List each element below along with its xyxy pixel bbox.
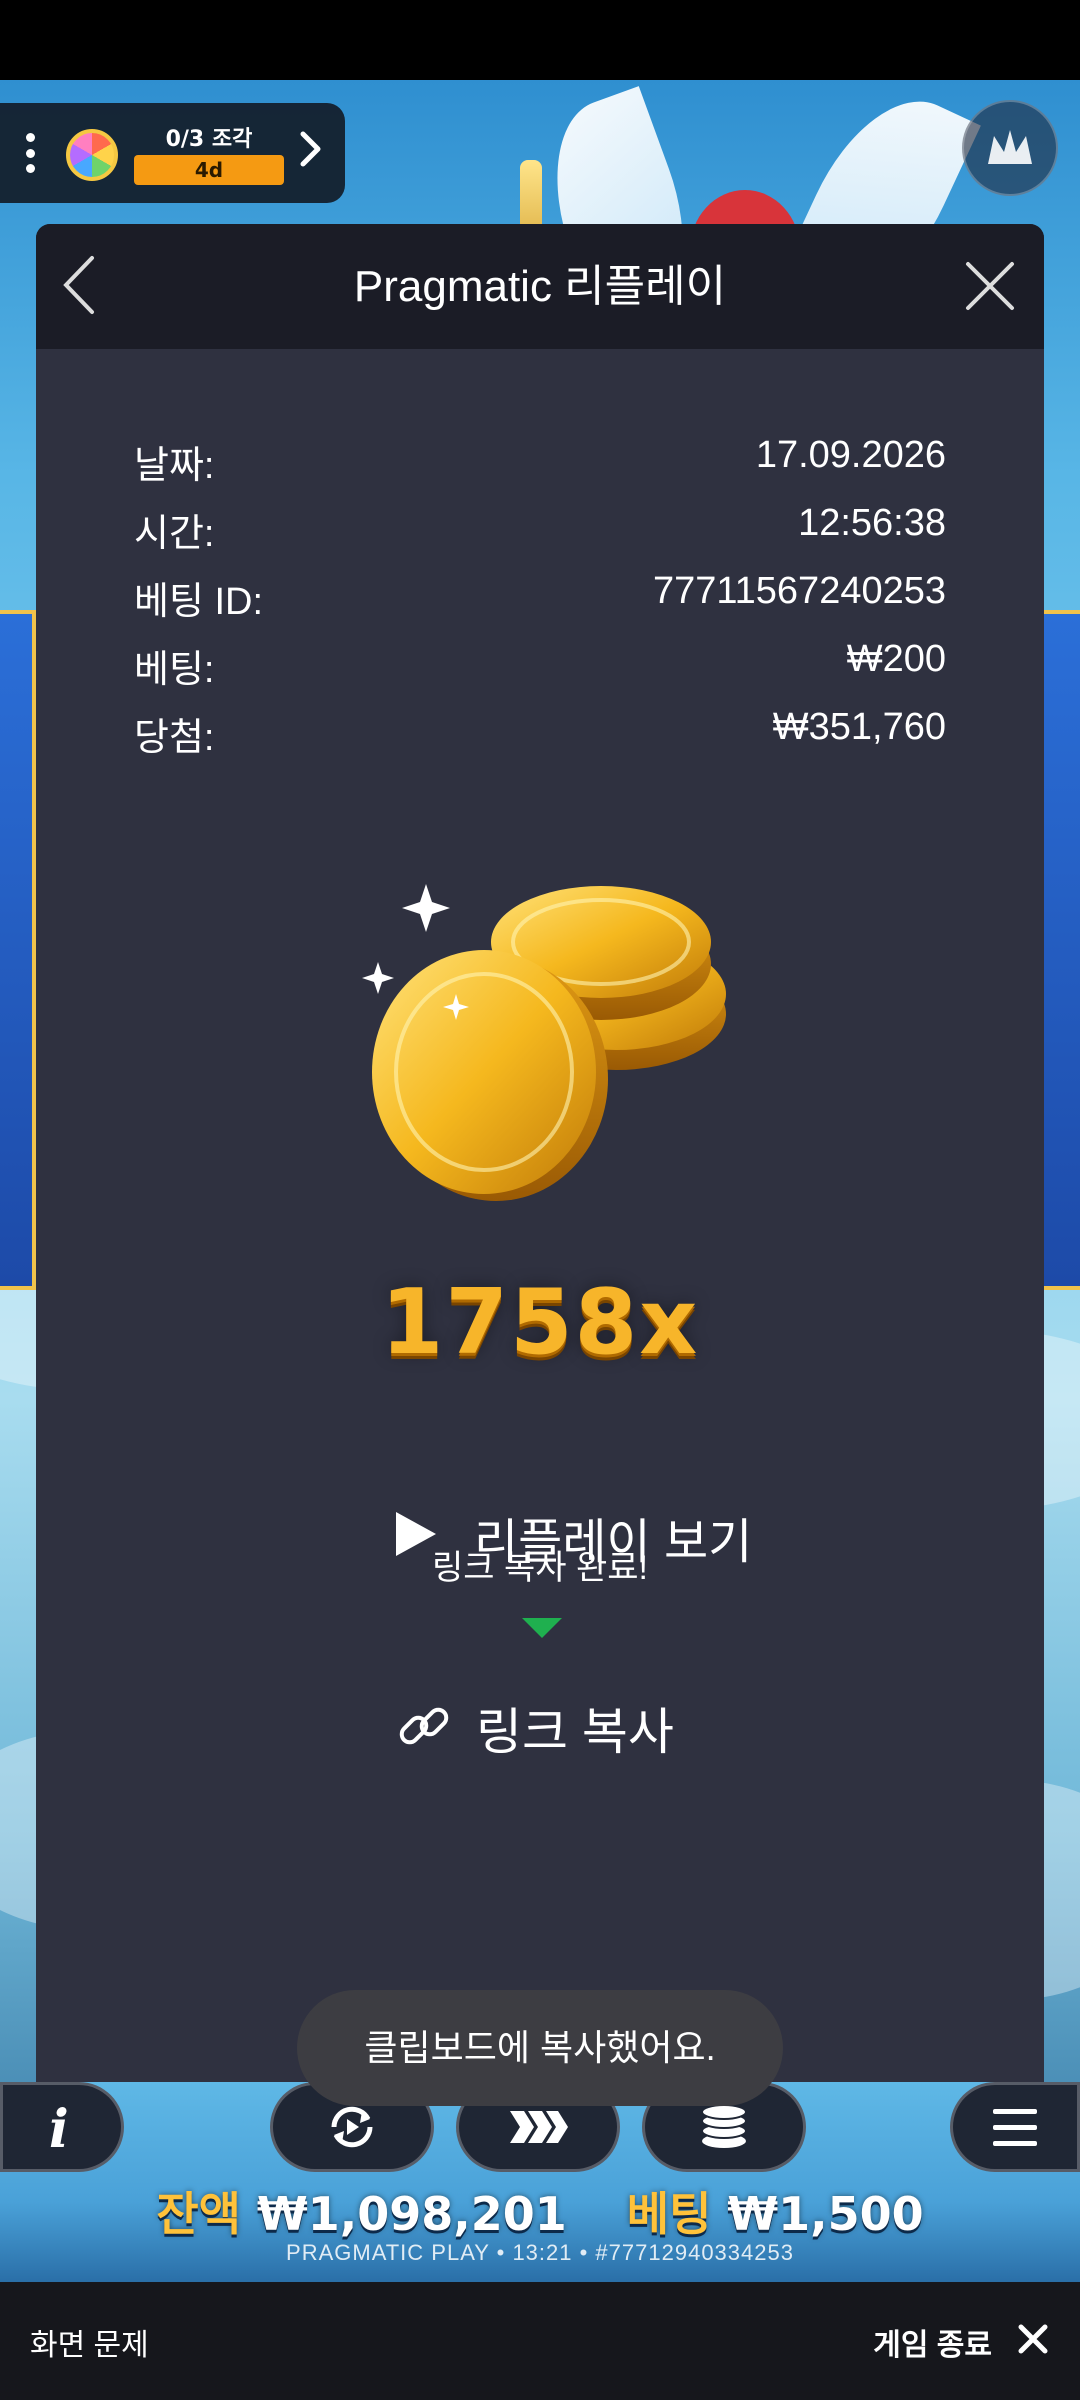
info-value: 77711567240253 <box>652 570 946 612</box>
clipboard-toast: 클립보드에 복사했어요. <box>297 1990 783 2106</box>
info-value: ₩200 <box>846 638 946 680</box>
turbo-icon <box>510 2111 568 2143</box>
bet-label: 베팅 <box>626 2187 712 2241</box>
balance-value: ₩1,098,201 <box>256 2187 567 2241</box>
balance-label: 잔액 <box>156 2187 241 2241</box>
reel-frame-right <box>1040 610 1080 1290</box>
prize-wheel-icon <box>66 129 118 181</box>
copy-link-button[interactable]: 링크 복사 <box>396 1684 716 1764</box>
quest-progress: 0/3 조각 <box>165 127 253 152</box>
bet-value: ₩1,500 <box>727 2187 924 2241</box>
replay-modal: Pragmatic 리플레이 날짜: 17.09.2026 시간: 12:56:… <box>36 224 1044 2084</box>
close-icon[interactable] <box>958 254 1022 318</box>
balance-bet-line: 잔액 ₩1,098,201 베팅 ₩1,500 <box>0 2178 1080 2244</box>
info-label: 시간: <box>134 513 215 555</box>
reel-frame-left <box>0 610 36 1290</box>
quest-timer-badge: 4d <box>134 155 284 185</box>
link-copied-tooltip: 링크 복사 완료! <box>431 1549 649 1587</box>
info-row-date: 날짜: 17.09.2026 <box>134 434 946 494</box>
status-bar <box>0 0 1080 80</box>
info-row-win: 당첨: ₩351,760 <box>134 706 946 766</box>
info-value: 12:56:38 <box>798 502 946 544</box>
info-row-bet-id: 베팅 ID: 77711567240253 <box>134 570 946 630</box>
gold-coins-icon <box>346 844 766 1234</box>
info-label: 베팅: <box>134 649 215 691</box>
exit-game-label: 게임 종료 <box>873 2329 992 2362</box>
menu-button[interactable] <box>950 2082 1080 2172</box>
provider-footer: PRAGMATIC PLAY • 13:21 • #77712940334253 <box>286 2240 794 2265</box>
link-icon <box>396 1698 452 1758</box>
close-icon <box>1016 2322 1050 2360</box>
report-screen-issue-link[interactable]: 화면 문제 <box>30 2320 149 2364</box>
hamburger-icon <box>993 2109 1037 2146</box>
chevron-right-icon[interactable] <box>300 131 322 174</box>
info-icon: i <box>49 2099 69 2160</box>
modal-header: Pragmatic 리플레이 <box>36 224 1044 349</box>
quest-widget[interactable]: 0/3 조각 4d <box>0 103 345 203</box>
info-label: 날짜: <box>134 445 215 487</box>
info-row-time: 시간: 12:56:38 <box>134 502 946 562</box>
kebab-dots-icon[interactable] <box>24 133 36 173</box>
info-value: ₩351,760 <box>772 706 946 748</box>
info-button[interactable]: i <box>0 2082 124 2172</box>
win-multiplier: 1758x <box>380 1270 700 1375</box>
autoplay-icon <box>331 2106 373 2148</box>
modal-title: Pragmatic 리플레이 <box>353 262 727 311</box>
copy-link-label: 링크 복사 <box>476 1704 674 1760</box>
info-value: 17.09.2026 <box>755 434 946 476</box>
tooltip-arrow <box>522 1618 562 1638</box>
info-label: 당첨: <box>134 717 215 759</box>
info-label: 베팅 ID: <box>134 581 264 623</box>
bottom-bar: 화면 문제 게임 종료 <box>0 2282 1080 2400</box>
info-row-bet: 베팅: ₩200 <box>134 638 946 698</box>
crown-icon[interactable] <box>962 100 1058 196</box>
coin-stack-icon <box>701 2104 747 2148</box>
